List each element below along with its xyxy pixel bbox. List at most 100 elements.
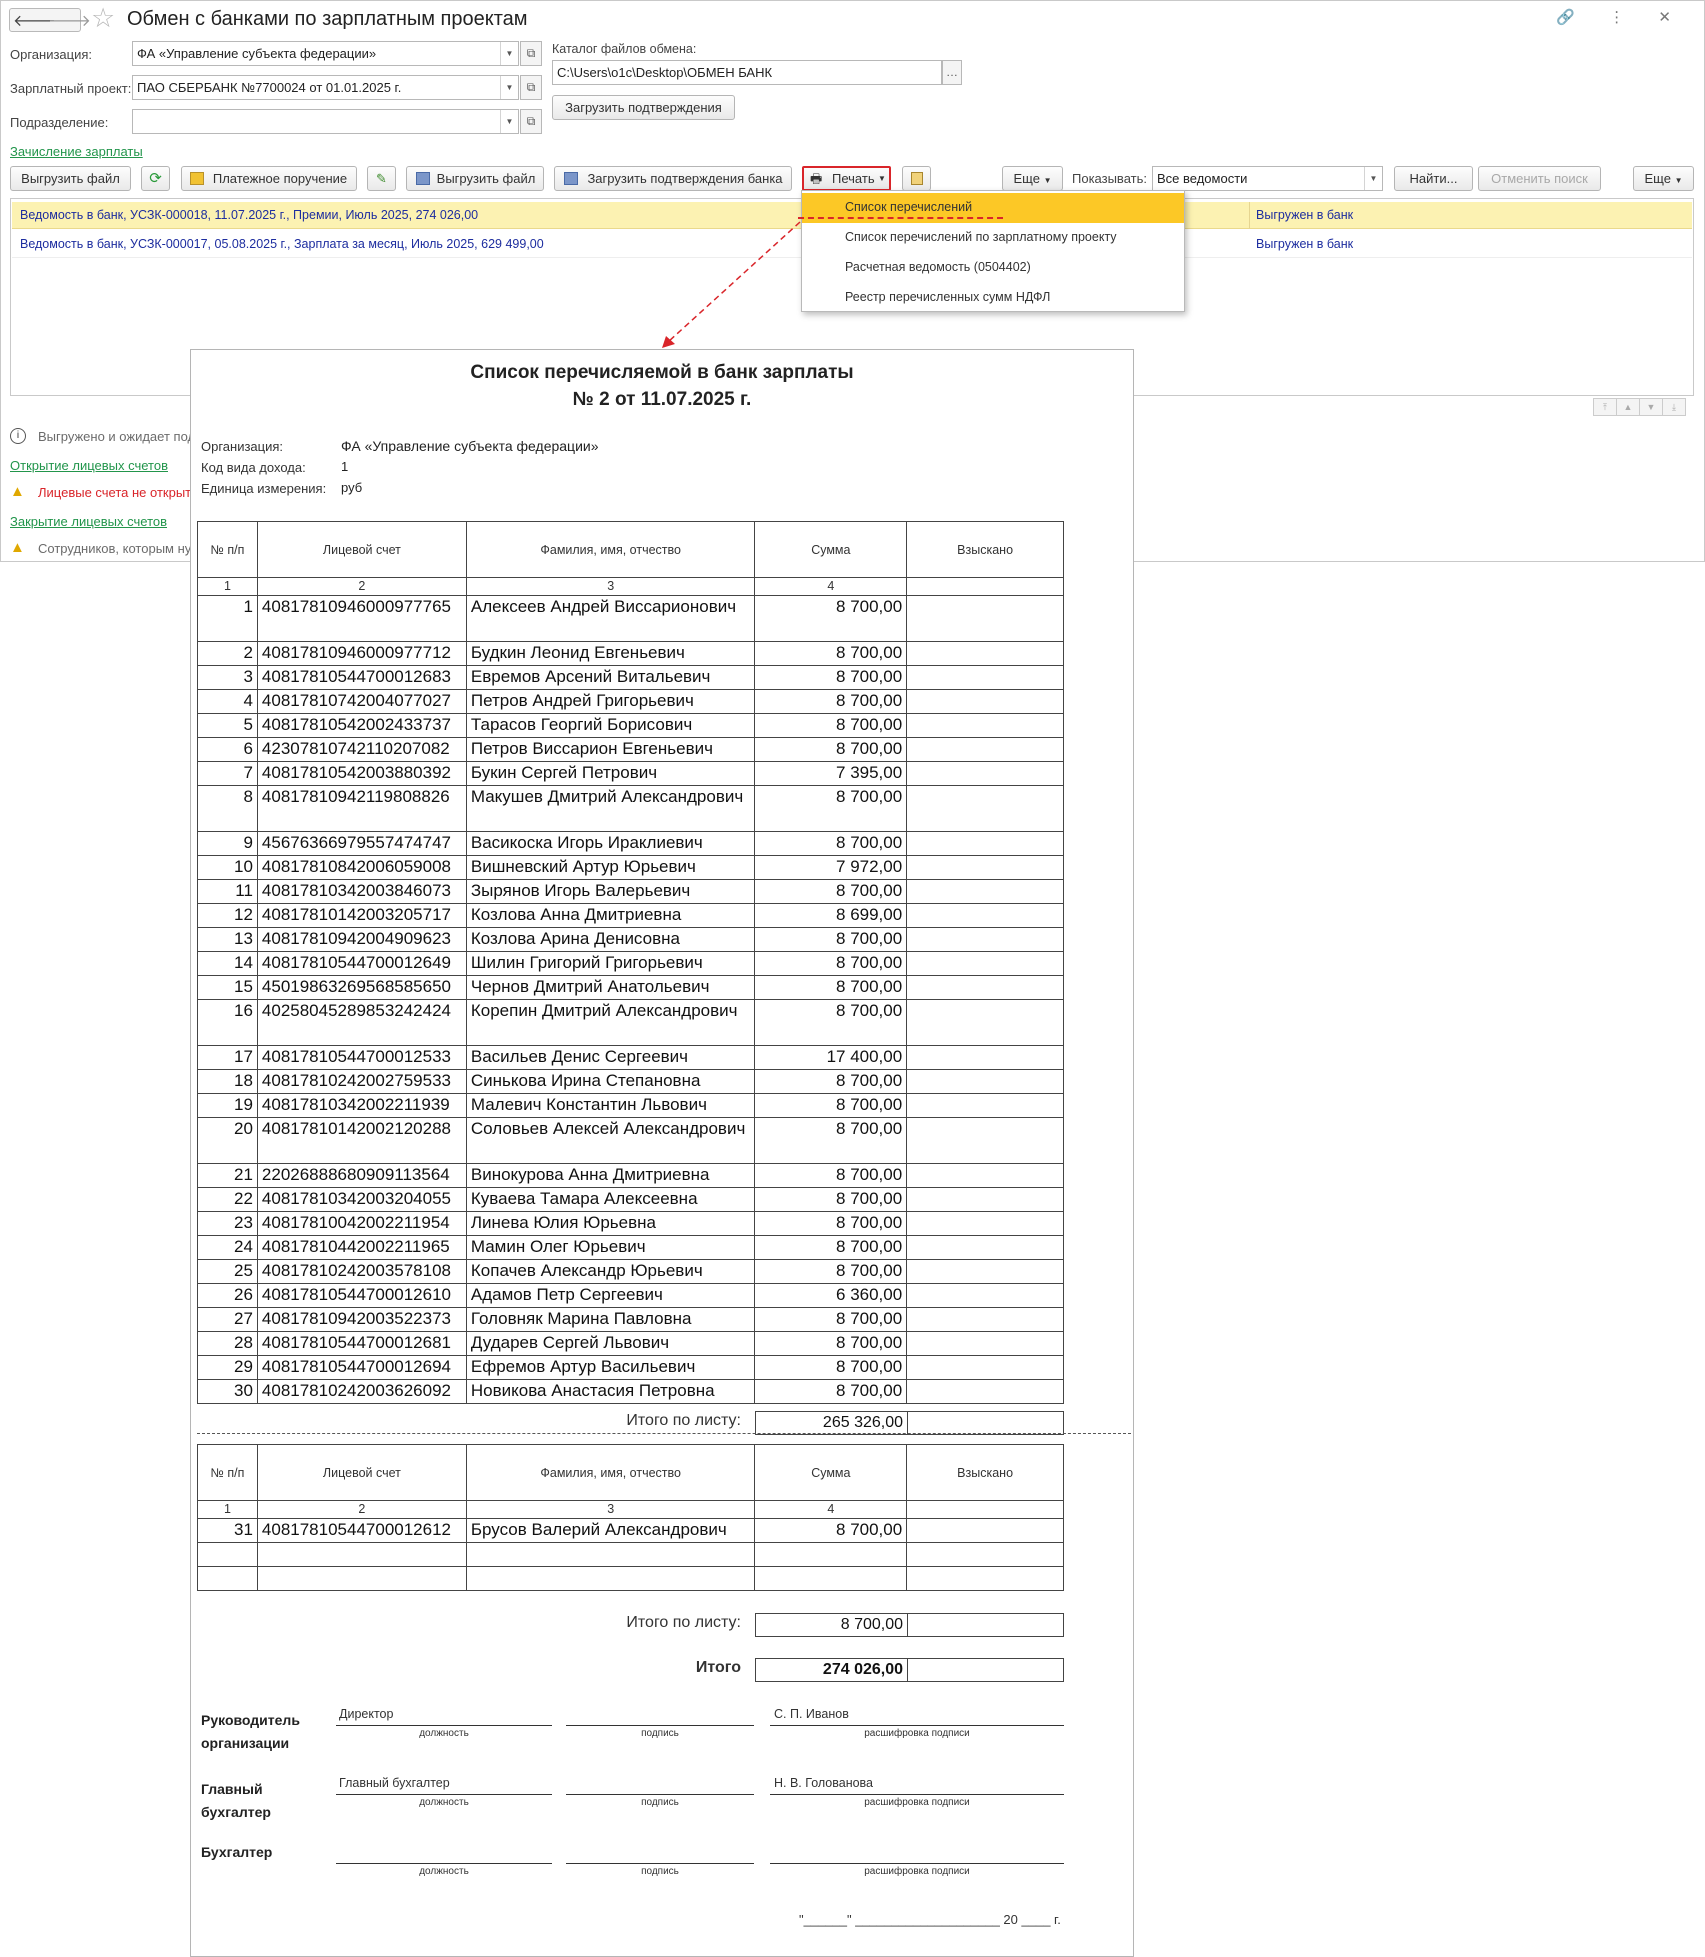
table-row: 29 40817810544700012694 Ефремов Артур Васи… xyxy=(197,1355,1064,1380)
doc-title: Список перечисляемой в банк зарплаты xyxy=(470,362,854,383)
row-number: 7 xyxy=(197,761,258,786)
table-row: 11 40817810342003846073 Зырянов Игорь Вале… xyxy=(197,879,1064,904)
doc-number: № 2 от 11.07.2025 г. xyxy=(572,389,752,410)
row-withheld xyxy=(906,689,1064,714)
header-cell: № п/п xyxy=(197,521,258,578)
row-withheld xyxy=(906,641,1064,666)
table-row: 16 40258045289853242424 Корепин Дмитрий Ал… xyxy=(197,999,1064,1046)
warning-icon: ▲ xyxy=(10,539,25,556)
row-withheld xyxy=(906,1163,1064,1188)
sig-caption: подпись xyxy=(641,1866,679,1877)
sig-head-role: Руководитель организации xyxy=(201,1712,300,1751)
info-message-text: Выгружено и ожидает под xyxy=(38,429,196,444)
table-header-row: № п/п Лицевой счет Фамилия, имя, отчество С… xyxy=(197,1444,1064,1501)
table-row: 15 45019863269568585650 Чернов Дмитрий Ана… xyxy=(197,975,1064,1000)
column-number-cell: 1 xyxy=(197,1500,258,1519)
column-number-cell: 4 xyxy=(754,577,908,596)
empty-cell xyxy=(754,1566,908,1591)
row-number: 5 xyxy=(197,713,258,738)
row-number: 19 xyxy=(197,1093,258,1118)
row-name: Малевич Константин Львович xyxy=(465,1093,756,1118)
table-row: 13 40817810942004909623 Козлова Арина Дени… xyxy=(197,927,1064,952)
row-name: Букин Сергей Петрович xyxy=(465,761,756,786)
table-row: 30 40817810242003626092 Новикова Анастасия… xyxy=(197,1379,1064,1404)
table-row: 3 40817810544700012683 Евремов Арсений Вит… xyxy=(197,665,1064,690)
table-row: 9 45676366979557474747 Васикоска Игорь Ира… xyxy=(197,831,1064,856)
table-row: 14 40817810544700012649 Шилин Григорий Гри… xyxy=(197,951,1064,976)
row-withheld xyxy=(906,1069,1064,1094)
warning-message-text: Лицевые счета не открыт xyxy=(38,485,192,500)
table-row: 28 40817810544700012681 Дударев Сергей Льв… xyxy=(197,1331,1064,1356)
row-withheld xyxy=(906,761,1064,786)
row-withheld xyxy=(906,1379,1064,1404)
row-name: Линева Юлия Юрьевна xyxy=(465,1211,756,1236)
sig-line xyxy=(770,1794,1064,1795)
empty-row xyxy=(197,1566,1064,1591)
row-number: 1 xyxy=(197,595,258,642)
column-number-cell: 3 xyxy=(465,1500,756,1519)
row-number: 31 xyxy=(197,1518,258,1543)
row-number: 4 xyxy=(197,689,258,714)
row-sum: 8 700,00 xyxy=(754,927,908,952)
row-number: 28 xyxy=(197,1331,258,1356)
sig-line xyxy=(336,1863,552,1864)
row-account: 40817810942004909623 xyxy=(256,927,467,952)
sig-line xyxy=(770,1863,1064,1864)
row-number: 24 xyxy=(197,1235,258,1260)
row-sum: 8 700,00 xyxy=(754,713,908,738)
row-account: 40817810946000977765 xyxy=(256,595,467,642)
list-scroll-buttons[interactable]: ⤒ ▲ ▼ ⤓ xyxy=(1593,398,1692,416)
warning-icon: ▲ xyxy=(10,483,25,500)
row-name: Винокурова Анна Дмитриевна xyxy=(465,1163,756,1188)
table-row: 20 40817810142002120288 Соловьев Алексей А… xyxy=(197,1117,1064,1164)
row-account: 40817810942119808826 xyxy=(256,785,467,832)
grand-total-empty xyxy=(907,1658,1064,1682)
scroll-down-icon[interactable]: ▼ xyxy=(1639,398,1663,416)
row-account: 40817810542003880392 xyxy=(256,761,467,786)
scroll-top-icon[interactable]: ⤒ xyxy=(1593,398,1617,416)
table-row: 5 40817810542002433737 Тарасов Георгий Бор… xyxy=(197,713,1064,738)
row-number: 9 xyxy=(197,831,258,856)
table-row: 23 40817810042002211954 Линева Юлия Юрьевн… xyxy=(197,1211,1064,1236)
scroll-up-icon[interactable]: ▲ xyxy=(1616,398,1640,416)
row-withheld xyxy=(906,1093,1064,1118)
row-number: 3 xyxy=(197,665,258,690)
sig-caption: должность xyxy=(419,1866,469,1877)
row-withheld xyxy=(906,1283,1064,1308)
header-cell: Взыскано xyxy=(906,1444,1064,1501)
row-account: 40817810242003578108 xyxy=(256,1259,467,1284)
header-cell: Фамилия, имя, отчество xyxy=(465,1444,756,1501)
header-cell: Сумма xyxy=(754,521,908,578)
row-name: Будкин Леонид Евгеньевич xyxy=(465,641,756,666)
row-number: 30 xyxy=(197,1379,258,1404)
date-line: "______" ____________________ 20 ____ г. xyxy=(799,1912,1061,1927)
row-number: 11 xyxy=(197,879,258,904)
row-number: 12 xyxy=(197,903,258,928)
row-name: Петров Андрей Григорьевич xyxy=(465,689,756,714)
page1-total-empty xyxy=(907,1411,1064,1435)
row-account: 40817810242003626092 xyxy=(256,1379,467,1404)
empty-cell xyxy=(197,1542,258,1567)
open-accounts-link[interactable]: Открытие лицевых счетов xyxy=(10,458,168,473)
row-withheld xyxy=(906,975,1064,1000)
row-name: Дударев Сергей Львович xyxy=(465,1331,756,1356)
row-withheld xyxy=(906,903,1064,928)
sig-caption: должность xyxy=(419,1728,469,1739)
row-sum: 8 700,00 xyxy=(754,1163,908,1188)
empty-cell xyxy=(906,1542,1064,1567)
header-cell: Лицевой счет xyxy=(256,1444,467,1501)
sig-caption: должность xyxy=(419,1797,469,1808)
row-number: 26 xyxy=(197,1283,258,1308)
row-name: Васильев Денис Сергеевич xyxy=(465,1045,756,1070)
row-sum: 6 360,00 xyxy=(754,1283,908,1308)
empty-cell xyxy=(256,1566,467,1591)
table-header-row: № п/п Лицевой счет Фамилия, имя, отчество С… xyxy=(197,521,1064,578)
row-name: Корепин Дмитрий Александрович xyxy=(465,999,756,1046)
scroll-bottom-icon[interactable]: ⤓ xyxy=(1662,398,1686,416)
row-sum: 8 700,00 xyxy=(754,1069,908,1094)
row-sum: 8 700,00 xyxy=(754,1379,908,1404)
close-accounts-link[interactable]: Закрытие лицевых счетов xyxy=(10,514,167,529)
sig-line xyxy=(770,1725,1064,1726)
row-sum: 8 700,00 xyxy=(754,1307,908,1332)
table-row: 7 40817810542003880392 Букин Сергей Петров… xyxy=(197,761,1064,786)
